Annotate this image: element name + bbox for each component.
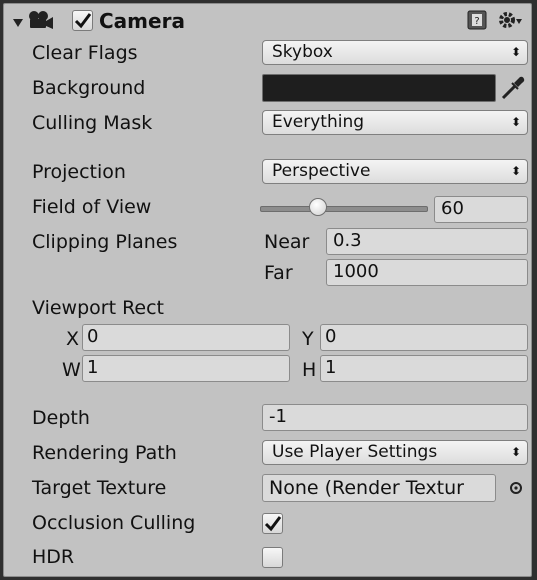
clipping-planes-label: Clipping Planes <box>32 231 178 253</box>
projection-value: Perspective <box>272 161 371 181</box>
background-label: Background <box>32 77 146 99</box>
projection-dropdown[interactable]: Perspective ⬍ <box>262 159 528 184</box>
occlusion-culling-checkbox[interactable] <box>262 513 283 534</box>
component-enabled-checkbox[interactable] <box>72 10 93 31</box>
near-label: Near <box>264 231 310 253</box>
component-title: Camera <box>99 9 185 33</box>
clear-flags-value: Skybox <box>272 42 333 62</box>
slider-track <box>260 206 428 212</box>
eyedropper-icon[interactable] <box>499 74 527 102</box>
gear-icon[interactable] <box>498 10 524 30</box>
rendering-path-dropdown[interactable]: Use Player Settings ⬍ <box>262 440 528 465</box>
foldout-arrow-icon[interactable] <box>12 14 24 27</box>
occlusion-culling-label: Occlusion Culling <box>32 512 196 534</box>
clear-flags-label: Clear Flags <box>32 42 138 64</box>
viewport-x-input[interactable]: 0 <box>82 324 290 351</box>
projection-label: Projection <box>32 161 126 183</box>
clear-flags-dropdown[interactable]: Skybox ⬍ <box>262 40 528 65</box>
field-of-view-slider[interactable] <box>260 196 428 220</box>
viewport-x-label: X <box>66 328 80 350</box>
culling-mask-label: Culling Mask <box>32 112 153 134</box>
viewport-rect-label: Viewport Rect <box>32 297 165 319</box>
far-label: Far <box>264 262 293 284</box>
field-of-view-input[interactable]: 60 <box>434 196 528 223</box>
far-clip-input[interactable]: 1000 <box>326 259 528 286</box>
target-texture-label: Target Texture <box>32 477 167 499</box>
camera-icon <box>26 10 54 30</box>
viewport-w-label: W <box>62 359 81 381</box>
background-color-swatch[interactable] <box>262 74 496 102</box>
hdr-checkbox[interactable] <box>262 547 283 568</box>
help-book-icon[interactable]: ? <box>467 10 487 30</box>
viewport-y-label: Y <box>302 328 314 350</box>
culling-mask-value: Everything <box>272 112 365 132</box>
near-clip-input[interactable]: 0.3 <box>326 228 528 255</box>
depth-input[interactable]: -1 <box>262 404 528 431</box>
viewport-w-input[interactable]: 1 <box>82 355 290 382</box>
dropdown-arrow-icon: ⬍ <box>510 45 521 59</box>
checkmark-icon <box>264 516 282 532</box>
viewport-h-label: H <box>302 359 317 381</box>
object-picker-icon[interactable] <box>508 480 524 496</box>
hdr-label: HDR <box>32 546 75 568</box>
rendering-path-label: Rendering Path <box>32 442 177 464</box>
target-texture-field[interactable]: None (Render Textur <box>262 474 496 502</box>
viewport-h-input[interactable]: 1 <box>320 355 528 382</box>
field-of-view-label: Field of View <box>32 196 152 218</box>
depth-label: Depth <box>32 407 90 429</box>
camera-component-panel: Camera ? Clear Flags Skybox ⬍ Background… <box>3 3 532 577</box>
svg-text:?: ? <box>474 16 479 27</box>
dropdown-arrow-icon: ⬍ <box>510 115 521 129</box>
rendering-path-value: Use Player Settings <box>272 442 438 462</box>
culling-mask-dropdown[interactable]: Everything ⬍ <box>262 110 528 135</box>
dropdown-arrow-icon: ⬍ <box>510 164 521 178</box>
dropdown-arrow-icon: ⬍ <box>510 445 521 459</box>
viewport-y-input[interactable]: 0 <box>320 324 528 351</box>
slider-thumb[interactable] <box>308 198 327 216</box>
